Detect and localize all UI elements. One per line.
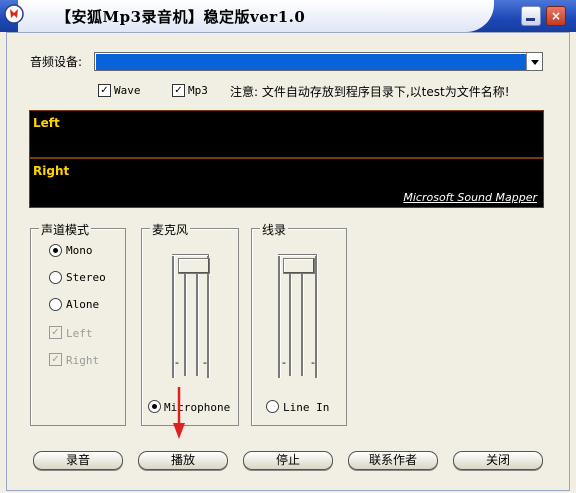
mp3-checkbox[interactable]: ✓	[172, 84, 185, 97]
microphone-title: 麦克风	[150, 221, 191, 238]
device-label: 音频设备:	[30, 55, 83, 69]
wave-checkbox[interactable]: ✓	[98, 84, 111, 97]
alone-label: Alone	[66, 298, 100, 311]
stereo-label: Stereo	[66, 271, 106, 284]
mic-slider-top-line	[172, 254, 208, 256]
line-inner-track-right	[301, 274, 304, 376]
line-in-title: 线录	[260, 221, 289, 238]
stop-button[interactable]: 停止	[243, 451, 333, 470]
right-level-meter: Right Microsoft Sound Mapper	[29, 158, 544, 208]
record-button[interactable]: 录音	[33, 451, 123, 470]
line-slider-top-line	[278, 254, 316, 256]
line-in-radio[interactable]	[266, 400, 279, 413]
left-channel-checkbox[interactable]: ✓	[49, 326, 62, 339]
chevron-down-icon[interactable]	[526, 53, 542, 70]
minimize-button[interactable]	[521, 6, 541, 26]
left-level-meter: Left	[29, 110, 544, 158]
line-inner-track-left	[289, 274, 292, 376]
annotation-arrow-icon	[173, 387, 185, 439]
mp3-label: Mp3	[188, 84, 208, 97]
mono-label: Mono	[66, 244, 93, 257]
stereo-radio[interactable]	[49, 271, 62, 284]
app-icon	[4, 4, 24, 24]
left-channel-label: Left	[66, 327, 93, 340]
mic-inner-track-left	[184, 274, 187, 376]
line-tick-right: -	[311, 356, 315, 369]
right-channel-label: Right	[66, 354, 100, 367]
line-slider-track-right	[315, 254, 318, 378]
close-window-button[interactable]: ×	[546, 6, 566, 26]
mono-radio[interactable]	[49, 244, 62, 257]
line-tick-left: -	[282, 356, 286, 369]
device-select[interactable]	[94, 52, 543, 71]
close-icon: ×	[550, 9, 562, 23]
save-notice: 注意: 文件自动存放到程序目录下,以test为文件名称!	[230, 85, 510, 99]
play-button[interactable]: 播放	[138, 451, 228, 470]
wave-label: Wave	[114, 84, 141, 97]
device-selected-value	[95, 54, 99, 67]
window-title: 【安狐Mp3录音机】稳定版ver1.0	[56, 8, 306, 26]
left-meter-label: Left	[33, 116, 60, 130]
close-button[interactable]: 关闭	[453, 451, 543, 470]
line-slider-thumb[interactable]	[283, 258, 315, 274]
sound-device-link[interactable]: Microsoft Sound Mapper	[403, 191, 537, 204]
contact-author-button[interactable]: 联系作者	[348, 451, 438, 470]
mic-tick-right: -	[203, 356, 207, 369]
line-in-label: Line In	[283, 401, 330, 414]
microphone-radio[interactable]	[148, 400, 161, 413]
channel-mode-title: 声道模式	[39, 221, 92, 238]
mic-inner-track-right	[196, 274, 199, 376]
line-slider-track-left	[278, 254, 281, 378]
mic-slider-thumb[interactable]	[178, 258, 210, 274]
right-channel-checkbox[interactable]: ✓	[49, 353, 62, 366]
right-meter-label: Right	[33, 164, 70, 178]
app-window: 【安狐Mp3录音机】稳定版ver1.0 × 音频设备: ✓ Wave ✓ Mp3…	[0, 0, 576, 493]
mic-tick-left: -	[175, 356, 179, 369]
alone-radio[interactable]	[49, 298, 62, 311]
